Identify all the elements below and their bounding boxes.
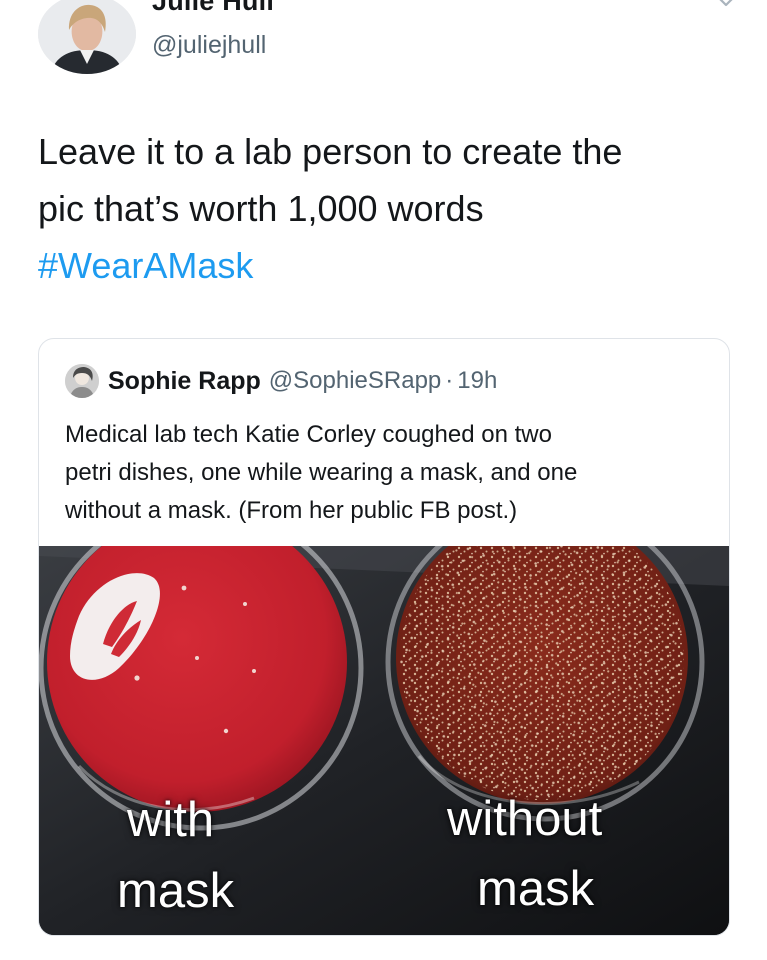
tweet-text: Leave it to a lab person to create the p… <box>38 123 738 294</box>
quoted-text-line: without a mask. (From her public FB post… <box>65 497 518 524</box>
caption-without: without <box>447 792 603 846</box>
profile-photo-icon <box>38 0 136 74</box>
caption-with: with <box>127 793 215 847</box>
caption-mask-left: mask <box>117 864 235 918</box>
author-avatar[interactable] <box>38 0 136 74</box>
quoted-author-name[interactable]: Sophie Rapp <box>108 367 261 396</box>
quoted-text-line: petri dishes, one while wearing a mask, … <box>65 459 578 486</box>
tweet-text-line: pic that’s worth 1,000 words <box>38 188 484 229</box>
hashtag-link[interactable]: #WearAMask <box>38 237 738 294</box>
quoted-timestamp[interactable]: 19h <box>457 367 497 395</box>
quoted-tweet-card[interactable]: Sophie Rapp @SophieSRapp · 19h Medical l… <box>38 338 730 936</box>
separator-dot: · <box>445 367 454 394</box>
quoted-author-handle[interactable]: @SophieSRapp <box>269 367 441 395</box>
quoted-author-avatar[interactable] <box>65 364 99 398</box>
author-name[interactable]: Julie Hull <box>152 0 274 17</box>
tweet-screenshot: Julie Hull @juliejhull Leave it to a lab… <box>0 0 767 960</box>
author-handle[interactable]: @juliejhull <box>152 31 266 60</box>
tweet-text-line: Leave it to a lab person to create the <box>38 131 623 172</box>
petri-dish-photo[interactable]: with mask without mask <box>39 546 729 935</box>
chevron-down-icon[interactable] <box>713 0 739 10</box>
quoted-text-line: Medical lab tech Katie Corley coughed on… <box>65 421 552 448</box>
quoted-tweet-text: Medical lab tech Katie Corley coughed on… <box>65 416 715 530</box>
profile-photo-icon <box>65 364 99 398</box>
quoted-tweet-header: Sophie Rapp @SophieSRapp · 19h <box>65 361 497 401</box>
caption-mask-right: mask <box>477 862 595 916</box>
